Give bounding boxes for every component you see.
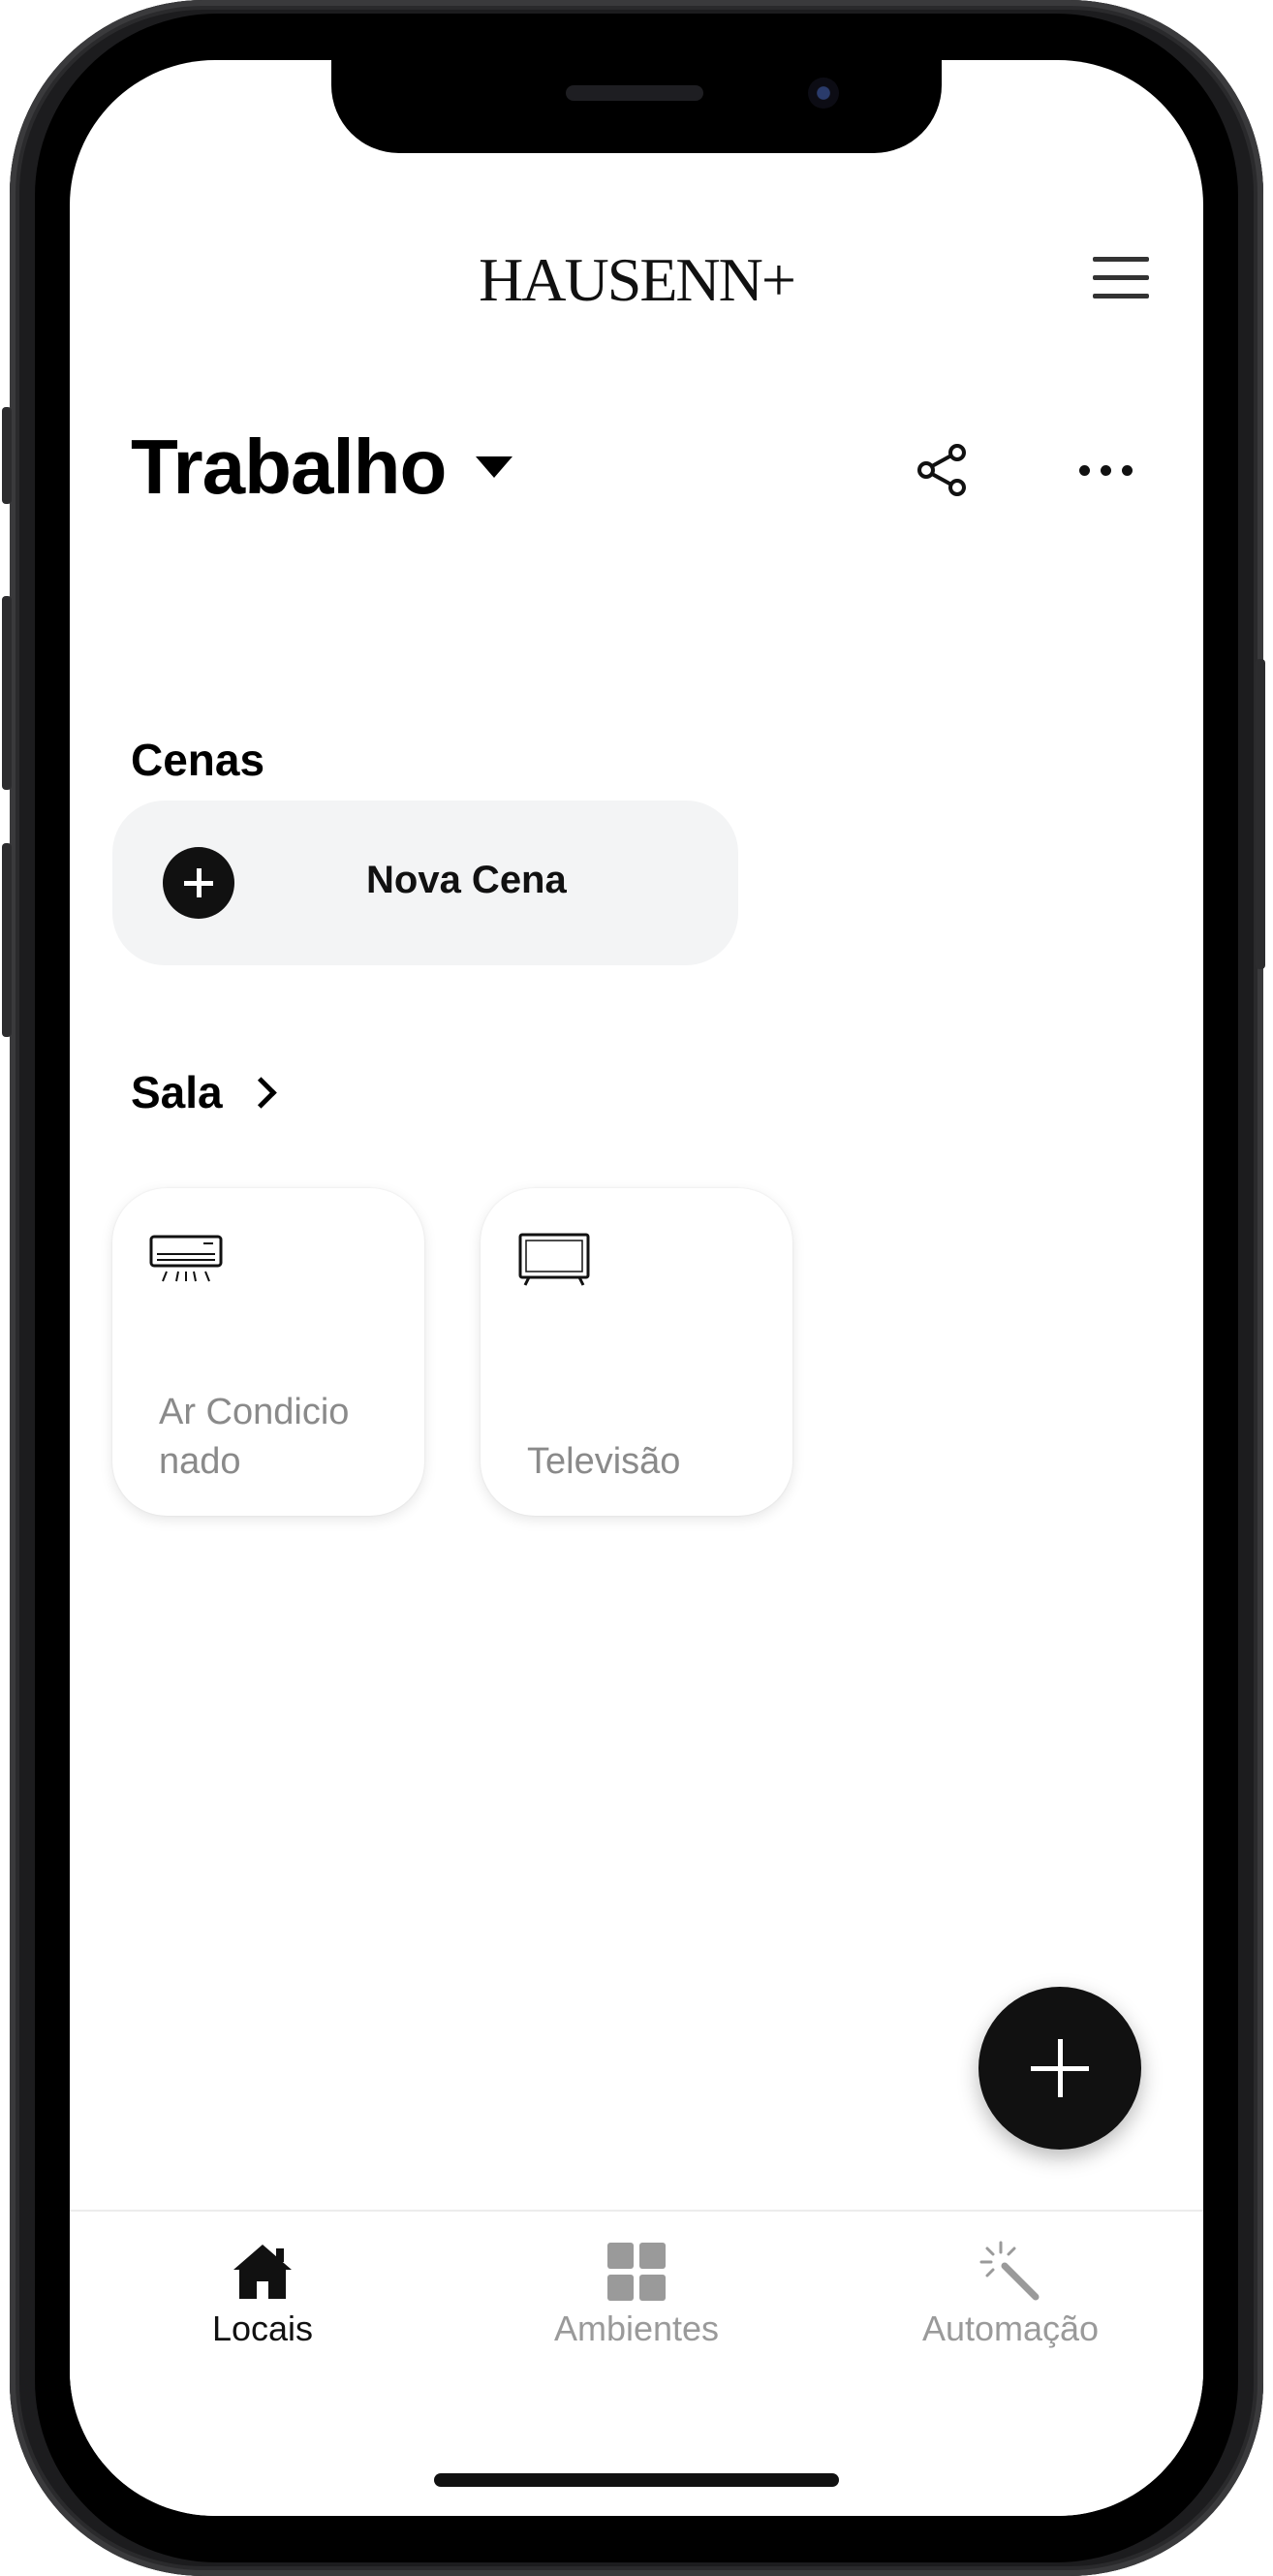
scenes-section-title: Cenas [131,735,265,785]
side-button [2,407,12,504]
new-scene-button[interactable]: Nova Cena [112,801,738,965]
place-selector[interactable]: Trabalho [131,419,512,516]
plus-circle-icon [163,847,234,919]
room-name: Sala [131,1067,223,1117]
air-conditioner-icon [149,1233,223,1287]
camera [808,78,839,109]
side-button [2,596,12,790]
home-indicator [434,2473,839,2487]
tab-label: Automação [921,2309,1100,2348]
app-logo: HAUSENN+ [479,245,796,314]
tab-label: Ambientes [553,2309,720,2348]
speaker [566,85,703,101]
tab-label: Locais [211,2309,314,2348]
new-scene-label: Nova Cena [366,859,567,901]
app-screen: HAUSENN+ Trabalho Cenas Nova Cena Sala A… [70,60,1203,2516]
device-card-air-conditioner[interactable]: Ar Condicionado [112,1188,424,1516]
side-button [2,843,12,1037]
device-label: Ar Condicionado [159,1392,350,1482]
place-title: Trabalho [131,424,447,510]
share-icon[interactable] [915,443,969,497]
notch [331,60,942,153]
more-options-icon[interactable] [1077,453,1135,487]
magic-wand-icon [979,2241,1041,2303]
chevron-right-icon [245,1076,277,1109]
hamburger-menu-icon[interactable] [1093,257,1149,299]
caret-down-icon [475,456,512,478]
bottom-tab-bar: Locais Ambientes Automação [70,2210,1203,2516]
device-card-television[interactable]: Televisão [481,1188,792,1516]
grid-icon [605,2241,668,2303]
side-button [1256,659,1265,969]
television-icon [517,1233,591,1287]
tab-ambientes[interactable]: Ambientes [477,2241,796,2357]
home-icon [232,2241,294,2303]
tab-automacao[interactable]: Automação [851,2241,1170,2357]
room-link-sala[interactable]: Sala [131,1058,277,1126]
tab-locais[interactable]: Locais [103,2241,422,2357]
device-label: Televisão [527,1441,681,1482]
add-fab-button[interactable] [978,1987,1141,2150]
